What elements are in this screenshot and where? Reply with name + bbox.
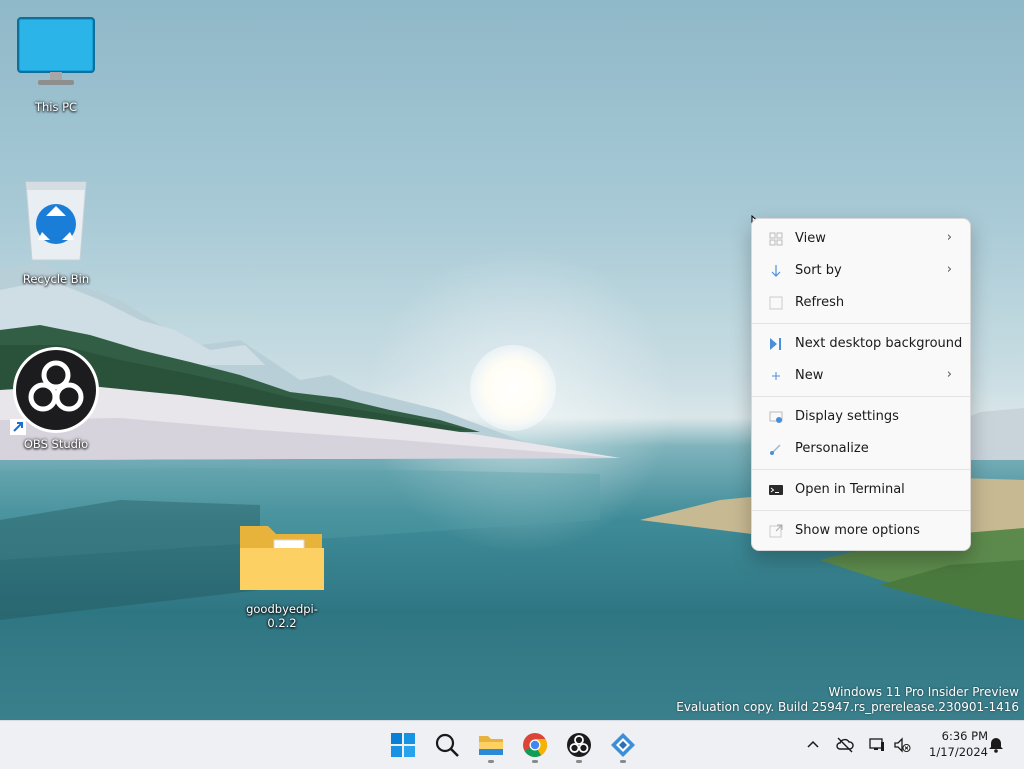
chevron-up-icon[interactable] (804, 736, 822, 754)
taskbar-chrome[interactable] (519, 729, 551, 761)
watermark-line2: Evaluation copy. Build 25947.rs_prerelea… (676, 700, 1019, 714)
brush-icon (770, 444, 781, 455)
next-background-icon (770, 338, 781, 350)
running-indicator (488, 760, 494, 763)
app-icon (611, 733, 635, 757)
terminal-icon (769, 485, 783, 495)
evaluation-watermark: Windows 11 Pro Insider Preview Evaluatio… (676, 685, 1019, 715)
desktop-icon-label: OBS Studio (23, 437, 89, 451)
menu-separator (752, 510, 970, 511)
clock-date: 1/17/2024 (929, 745, 988, 759)
cloud-offline-icon[interactable] (836, 736, 854, 754)
running-indicator (620, 760, 626, 763)
menu-separator (752, 396, 970, 397)
refresh-icon (769, 296, 783, 310)
desktop-icon-goodbyedpi[interactable]: goodbyedpi-0.2.2 (234, 520, 330, 630)
desktop-icon-label: Recycle Bin (22, 272, 90, 286)
start-button[interactable] (387, 729, 419, 761)
menu-separator (752, 323, 970, 324)
clock-time: 6:36 PM (941, 729, 988, 743)
menu-item-label: Personalize (795, 441, 869, 456)
sun (470, 345, 556, 431)
running-indicator (532, 760, 538, 763)
monitor-icon (17, 17, 95, 85)
watermark-line1: Windows 11 Pro Insider Preview (828, 685, 1019, 699)
taskbar: 6:36 PM 1/17/2024 (0, 720, 1024, 769)
menu-item-show-more-options[interactable]: Show more options (756, 516, 966, 546)
menu-item-label: Sort by (795, 263, 842, 278)
menu-separator (752, 469, 970, 470)
search-icon (435, 733, 459, 757)
desktop-icon-label: goodbyedpi-0.2.2 (246, 602, 318, 630)
plus-icon (772, 372, 780, 380)
taskbar-obs[interactable] (563, 729, 595, 761)
search-button[interactable] (431, 729, 463, 761)
menu-item-label: Next desktop background (795, 336, 963, 351)
menu-item-label: Show more options (795, 523, 920, 538)
chevron-right-icon: › (946, 367, 952, 382)
menu-item-new[interactable]: New › (756, 361, 966, 391)
file-explorer-icon (479, 736, 503, 755)
desktop-icon-obs-studio[interactable]: OBS Studio (8, 345, 104, 451)
obs-icon (567, 733, 591, 757)
desktop-icon-this-pc[interactable]: This PC (8, 14, 104, 114)
menu-item-sort-by[interactable]: Sort by › (756, 256, 966, 286)
obs-studio-icon (10, 347, 99, 435)
chevron-right-icon: › (946, 230, 952, 245)
menu-item-display-settings[interactable]: Display settings (756, 402, 966, 432)
more-options-icon (769, 524, 783, 538)
menu-item-open-in-terminal[interactable]: Open in Terminal (756, 475, 966, 505)
menu-item-label: New (795, 368, 824, 383)
start-icon (391, 733, 415, 757)
folder-icon (240, 526, 324, 590)
display-settings-icon (769, 411, 783, 423)
menu-item-refresh[interactable]: Refresh (756, 288, 966, 318)
volume-muted-icon[interactable] (893, 736, 911, 754)
menu-item-label: View (795, 231, 826, 246)
sort-arrow-icon (771, 265, 781, 277)
menu-item-label: Open in Terminal (795, 482, 905, 497)
desktop-icon-label: This PC (34, 100, 78, 114)
menu-item-next-desktop-background[interactable]: Next desktop background (756, 329, 966, 359)
desktop-icon-recycle-bin[interactable]: Recycle Bin (8, 176, 104, 286)
network-icon[interactable] (868, 736, 886, 754)
notification-bell-icon[interactable] (987, 736, 1005, 754)
taskbar-app[interactable] (607, 729, 639, 761)
menu-item-label: Refresh (795, 295, 845, 310)
menu-item-personalize[interactable]: Personalize (756, 434, 966, 464)
view-grid-icon (769, 232, 783, 246)
chrome-icon (523, 733, 548, 758)
chevron-right-icon: › (946, 262, 952, 277)
running-indicator (576, 760, 582, 763)
taskbar-file-explorer[interactable] (475, 729, 507, 761)
menu-item-view[interactable]: View › (756, 224, 966, 254)
desktop-context-menu: View › Sort by › Refresh Next desktop ba… (751, 218, 971, 551)
menu-item-label: Display settings (795, 409, 899, 424)
system-clock[interactable]: 6:36 PM 1/17/2024 (918, 728, 988, 760)
recycle-bin-icon (25, 181, 87, 261)
